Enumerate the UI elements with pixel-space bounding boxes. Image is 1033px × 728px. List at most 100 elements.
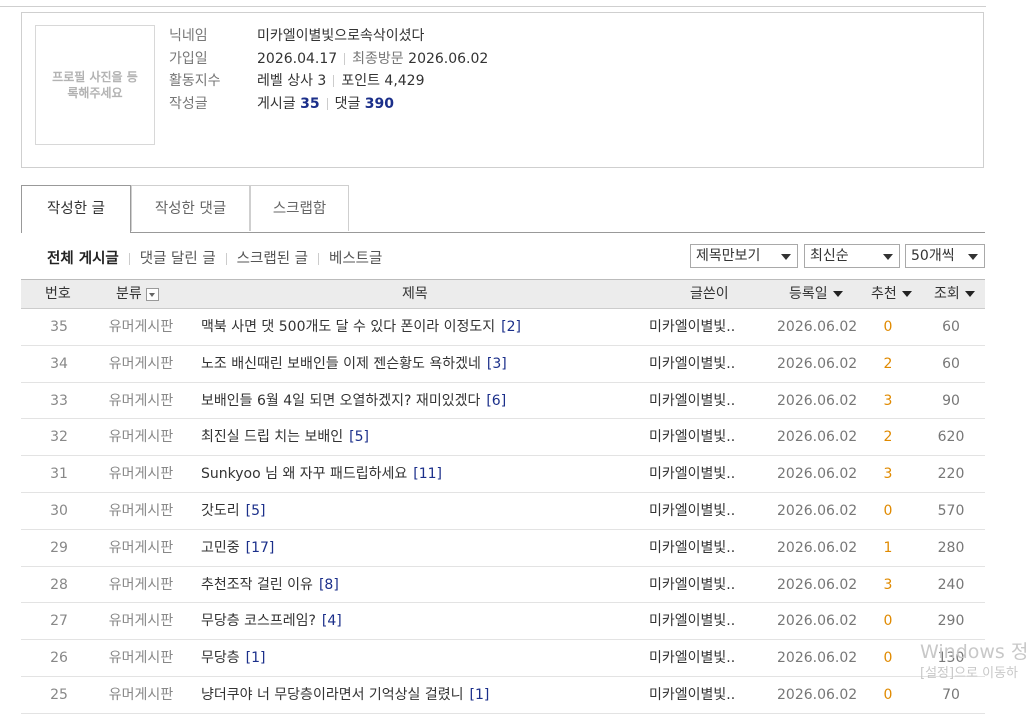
post-title[interactable]: 노조 배신때린 보배인들 이제 젠슨황도 욕하겠네 [3] (201, 346, 641, 382)
comment-count-badge[interactable]: [1] (246, 650, 266, 666)
table-row: 29 유머게시판 고민중 [17] 미카엘이별빛.. 2026.06.02 1 280 (21, 530, 985, 567)
table-row: 25 유머게시판 냥더쿠야 너 무당층이라면서 기억상실 걸렸니 [1] 미카엘이별빛.… (21, 677, 985, 714)
posts-label: 게시글 (257, 95, 296, 112)
col-title: 제목 (402, 286, 428, 302)
post-category[interactable]: 유머게시판 (97, 419, 185, 455)
col-category-label: 분류 (116, 286, 142, 302)
view-mode-select[interactable]: 제목만보기 (690, 244, 798, 268)
comment-count-badge[interactable]: [3] (487, 356, 507, 372)
post-category[interactable]: 유머게시판 (97, 309, 185, 345)
post-title-text[interactable]: 무당층 (201, 650, 240, 666)
nickname-value[interactable]: 미카엘이별빛으로속삭이셨다 (257, 25, 424, 48)
comment-count-badge[interactable]: [2] (501, 319, 521, 335)
post-title[interactable]: 무당층 [1] (201, 640, 641, 676)
profile-photo-placeholder[interactable]: 프로필 사진을 등록해주세요 (35, 25, 155, 145)
subnav-all-posts[interactable]: 전체 게시글 (47, 251, 119, 267)
post-author[interactable]: 미카엘이별빛.. (649, 346, 749, 382)
post-category[interactable]: 유머게시판 (97, 567, 185, 603)
post-category[interactable]: 유머게시판 (97, 640, 185, 676)
post-category[interactable]: 유머게시판 (97, 456, 185, 492)
post-author[interactable]: 미카엘이별빛.. (649, 383, 749, 419)
post-category[interactable]: 유머게시판 (97, 603, 185, 639)
written-label: 작성글 (169, 95, 208, 112)
separator (317, 253, 319, 265)
post-title[interactable]: 최진실 드립 치는 보배인 [5] (201, 419, 641, 455)
subnav-best-posts[interactable]: 베스트글 (329, 251, 382, 267)
post-title-text[interactable]: 갓도리 (201, 503, 240, 519)
post-title[interactable]: 냥더쿠야 너 무당층이라면서 기억상실 걸렸니 [1] (201, 677, 641, 713)
post-category[interactable]: 유머게시판 (97, 383, 185, 419)
col-number: 번호 (45, 286, 71, 302)
comment-count-badge[interactable]: [8] (319, 577, 339, 593)
subnav-scrapped-posts[interactable]: 스크랩된 글 (237, 251, 308, 267)
col-date[interactable]: 등록일 (789, 280, 843, 308)
post-title[interactable]: 고민중 [17] (201, 530, 641, 566)
post-author[interactable]: 미카엘이별빛.. (649, 419, 749, 455)
comment-count-badge[interactable]: [6] (486, 393, 506, 409)
profile-card: 프로필 사진을 등록해주세요 닉네임 미카엘이별빛으로속삭이셨다 가입일 202… (21, 12, 984, 168)
sort-order-select[interactable]: 최신순 (804, 244, 900, 268)
post-title-text[interactable]: Sunkyoo 님 왜 자꾸 패드립하세요 (201, 466, 407, 482)
post-number: 35 (50, 319, 68, 335)
col-category[interactable]: 분류 (116, 280, 159, 308)
post-author[interactable]: 미카엘이별빛.. (649, 530, 749, 566)
chevron-down-icon (968, 254, 978, 260)
post-title[interactable]: 보배인들 6월 4일 되면 오열하겠지? 재미있겠다 [6] (201, 383, 641, 419)
post-author[interactable]: 미카엘이별빛.. (649, 640, 749, 676)
post-title-text[interactable]: 냥더쿠야 너 무당층이라면서 기억상실 걸렸니 (201, 687, 464, 703)
tab-written-posts[interactable]: 작성한 글 (21, 185, 131, 233)
post-date: 2026.06.02 (777, 392, 858, 409)
post-title-text[interactable]: 추천조작 걸린 이유 (201, 577, 313, 593)
post-title-text[interactable]: 최진실 드립 치는 보배인 (201, 429, 343, 445)
comments-label: 댓글 (334, 95, 361, 112)
post-author[interactable]: 미카엘이별빛.. (649, 567, 749, 603)
post-title-text[interactable]: 보배인들 6월 4일 되면 오열하겠지? 재미있겠다 (201, 393, 480, 409)
post-title[interactable]: 갓도리 [5] (201, 493, 641, 529)
post-filter-nav: 전체 게시글 댓글 달린 글 스크랩된 글 베스트글 (47, 247, 382, 268)
post-category[interactable]: 유머게시판 (97, 677, 185, 713)
table-row: 31 유머게시판 Sunkyoo 님 왜 자꾸 패드립하세요 [11] 미카엘이별빛..… (21, 456, 985, 493)
comment-count-badge[interactable]: [4] (322, 613, 342, 629)
comment-count-badge[interactable]: [1] (470, 687, 490, 703)
table-row: 33 유머게시판 보배인들 6월 4일 되면 오열하겠지? 재미있겠다 [6] 미카엘이… (21, 383, 985, 420)
post-title[interactable]: 맥북 사면 댓 500개도 달 수 있다 폰이라 이정도지 [2] (201, 309, 641, 345)
post-title[interactable]: 추천조작 걸린 이유 [8] (201, 567, 641, 603)
post-author[interactable]: 미카엘이별빛.. (649, 309, 749, 345)
post-title[interactable]: Sunkyoo 님 왜 자꾸 패드립하세요 [11] (201, 456, 641, 492)
photo-placeholder-text: 프로필 사진을 등록해주세요 (52, 70, 138, 100)
post-category[interactable]: 유머게시판 (97, 346, 185, 382)
table-row: 34 유머게시판 노조 배신때린 보배인들 이제 젠슨황도 욕하겠네 [3] 미카엘이별… (21, 346, 985, 383)
post-recommend-count: 3 (883, 576, 893, 593)
post-author[interactable]: 미카엘이별빛.. (649, 677, 749, 713)
view-mode-value: 제목만보기 (696, 248, 761, 264)
post-title-text[interactable]: 고민중 (201, 540, 240, 556)
col-views[interactable]: 조회 (934, 280, 975, 308)
tab-written-comments[interactable]: 작성한 댓글 (131, 185, 250, 231)
comments-count[interactable]: 390 (365, 96, 394, 112)
tab-scraps[interactable]: 스크랩함 (250, 185, 349, 231)
post-category[interactable]: 유머게시판 (97, 530, 185, 566)
comment-count-badge[interactable]: [5] (349, 429, 369, 445)
top-divider (0, 6, 986, 7)
posts-count[interactable]: 35 (300, 96, 319, 112)
post-number: 32 (50, 429, 68, 446)
post-view-count: 620 (937, 429, 965, 446)
profile-info: 닉네임 미카엘이별빛으로속삭이셨다 가입일 2026.04.17 최종방문 202… (169, 25, 488, 115)
chevron-down-icon (781, 254, 791, 260)
post-author[interactable]: 미카엘이별빛.. (649, 456, 749, 492)
filter-dropdown-icon[interactable] (145, 287, 159, 301)
post-author[interactable]: 미카엘이별빛.. (649, 603, 749, 639)
post-author[interactable]: 미카엘이별빛.. (649, 493, 749, 529)
post-title-text[interactable]: 맥북 사면 댓 500개도 달 수 있다 폰이라 이정도지 (201, 319, 495, 335)
comment-count-badge[interactable]: [5] (246, 503, 266, 519)
post-title-text[interactable]: 노조 배신때린 보배인들 이제 젠슨황도 욕하겠네 (201, 356, 481, 372)
post-title-text[interactable]: 무당층 코스프레임? (201, 613, 316, 629)
separator (333, 75, 335, 87)
post-title[interactable]: 무당층 코스프레임? [4] (201, 603, 641, 639)
subnav-commented-posts[interactable]: 댓글 달린 글 (140, 251, 216, 267)
col-recommend[interactable]: 추천 (871, 280, 912, 308)
page-size-select[interactable]: 50개씩 (905, 244, 985, 268)
post-category[interactable]: 유머게시판 (97, 493, 185, 529)
comment-count-badge[interactable]: [17] (246, 540, 275, 556)
comment-count-badge[interactable]: [11] (413, 466, 442, 482)
